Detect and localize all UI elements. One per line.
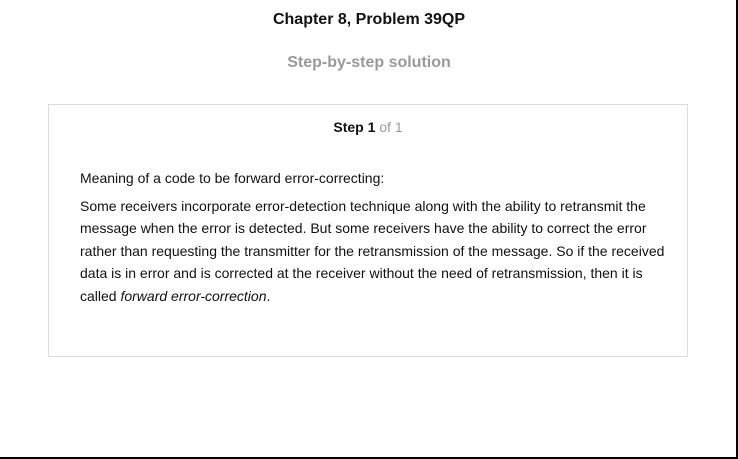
step-total: of 1	[379, 119, 403, 135]
paragraph-end: .	[266, 287, 271, 304]
solution-step-card: Step 1 of 1 Meaning of a code to be forw…	[48, 104, 688, 357]
step-heading: Meaning of a code to be forward error-co…	[80, 170, 385, 186]
solution-subtitle: Step-by-step solution	[287, 54, 451, 71]
paragraph-term: forward error-correction	[120, 287, 267, 304]
step-number: Step 1	[333, 119, 376, 135]
page-title: Chapter 8, Problem 39QP	[272, 11, 466, 28]
step-paragraph: Some receivers incorporate error-detecti…	[80, 195, 665, 308]
step-indicator: Step 1 of 1	[49, 119, 687, 135]
step-content: Meaning of a code to be forward error-co…	[80, 167, 665, 307]
